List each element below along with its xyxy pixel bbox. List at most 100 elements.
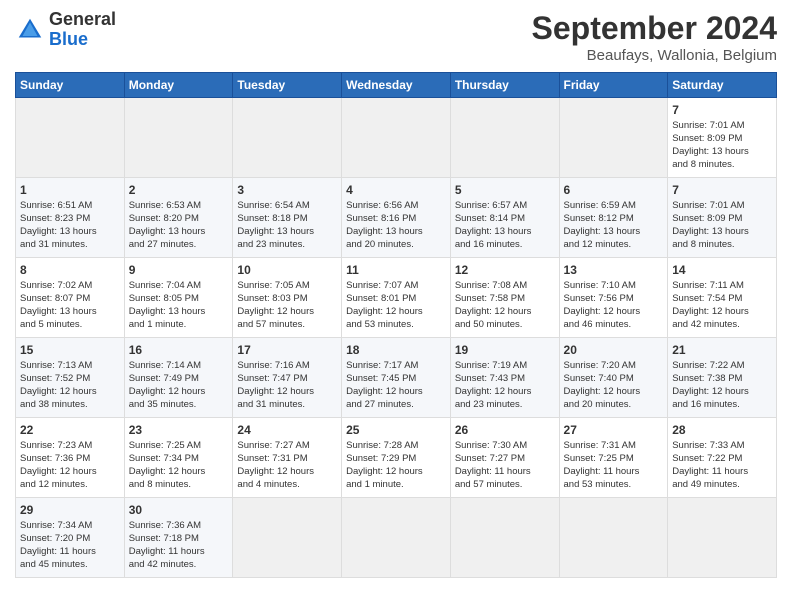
sunset: Sunset: 8:12 PM [564, 213, 634, 224]
cell-content: 17Sunrise: 7:16 AMSunset: 7:47 PMDayligh… [237, 342, 337, 411]
sunrise: Sunrise: 7:05 AM [237, 280, 309, 291]
sunrise: Sunrise: 6:51 AM [20, 200, 92, 211]
calendar-header-row: SundayMondayTuesdayWednesdayThursdayFrid… [16, 73, 777, 98]
sunset: Sunset: 7:27 PM [455, 453, 525, 464]
calendar-cell: 4Sunrise: 6:56 AMSunset: 8:16 PMDaylight… [342, 178, 451, 258]
sunrise: Sunrise: 7:17 AM [346, 360, 418, 371]
calendar-cell: 20Sunrise: 7:20 AMSunset: 7:40 PMDayligh… [559, 338, 668, 418]
day-number: 22 [20, 422, 120, 438]
header-day-friday: Friday [559, 73, 668, 98]
daylight: Daylight: 12 hoursand 31 minutes. [237, 386, 314, 410]
sunrise: Sunrise: 7:22 AM [672, 360, 744, 371]
logo-general: General [49, 9, 116, 29]
calendar-cell: 27Sunrise: 7:31 AMSunset: 7:25 PMDayligh… [559, 418, 668, 498]
sunrise: Sunrise: 7:20 AM [564, 360, 636, 371]
day-number: 16 [129, 342, 229, 358]
calendar-cell: 6Sunrise: 6:59 AMSunset: 8:12 PMDaylight… [559, 178, 668, 258]
calendar-cell: 14Sunrise: 7:11 AMSunset: 7:54 PMDayligh… [668, 258, 777, 338]
calendar-cell: 15Sunrise: 7:13 AMSunset: 7:52 PMDayligh… [16, 338, 125, 418]
calendar-cell [124, 98, 233, 178]
header-day-sunday: Sunday [16, 73, 125, 98]
sunrise: Sunrise: 7:04 AM [129, 280, 201, 291]
cell-content: 19Sunrise: 7:19 AMSunset: 7:43 PMDayligh… [455, 342, 555, 411]
cell-content: 3Sunrise: 6:54 AMSunset: 8:18 PMDaylight… [237, 182, 337, 251]
sunrise: Sunrise: 6:53 AM [129, 200, 201, 211]
day-number: 23 [129, 422, 229, 438]
sunset: Sunset: 7:25 PM [564, 453, 634, 464]
calendar-cell: 7Sunrise: 7:01 AMSunset: 8:09 PMDaylight… [668, 98, 777, 178]
cell-content: 2Sunrise: 6:53 AMSunset: 8:20 PMDaylight… [129, 182, 229, 251]
daylight: Daylight: 11 hoursand 49 minutes. [672, 466, 748, 490]
title-block: September 2024 Beaufays, Wallonia, Belgi… [532, 10, 777, 64]
daylight: Daylight: 13 hoursand 5 minutes. [20, 306, 97, 330]
sunrise: Sunrise: 7:02 AM [20, 280, 92, 291]
daylight: Daylight: 11 hoursand 42 minutes. [129, 546, 205, 570]
calendar-cell: 12Sunrise: 7:08 AMSunset: 7:58 PMDayligh… [450, 258, 559, 338]
sunrise: Sunrise: 6:59 AM [564, 200, 636, 211]
sunset: Sunset: 7:54 PM [672, 293, 742, 304]
calendar-week-row: 22Sunrise: 7:23 AMSunset: 7:36 PMDayligh… [16, 418, 777, 498]
sunrise: Sunrise: 7:01 AM [672, 120, 744, 131]
cell-content: 13Sunrise: 7:10 AMSunset: 7:56 PMDayligh… [564, 262, 664, 331]
daylight: Daylight: 12 hoursand 53 minutes. [346, 306, 423, 330]
location-subtitle: Beaufays, Wallonia, Belgium [532, 47, 777, 64]
day-number: 6 [564, 182, 664, 198]
cell-content: 8 Sunrise: 7:02 AM Sunset: 8:07 PM Daylight… [20, 262, 120, 331]
sunrise: Sunrise: 7:19 AM [455, 360, 527, 371]
daylight: Daylight: 12 hoursand 42 minutes. [672, 306, 749, 330]
cell-content: 11Sunrise: 7:07 AMSunset: 8:01 PMDayligh… [346, 262, 446, 331]
sunrise: Sunrise: 7:08 AM [455, 280, 527, 291]
sunset: Sunset: 7:40 PM [564, 373, 634, 384]
calendar-cell: 10Sunrise: 7:05 AMSunset: 8:03 PMDayligh… [233, 258, 342, 338]
sunset: Sunset: 7:49 PM [129, 373, 199, 384]
calendar-cell: 23Sunrise: 7:25 AMSunset: 7:34 PMDayligh… [124, 418, 233, 498]
daylight: Daylight: 12 hoursand 50 minutes. [455, 306, 532, 330]
day-number: 30 [129, 502, 229, 518]
sunrise: Sunrise: 7:28 AM [346, 440, 418, 451]
sunset: Sunset: 8:03 PM [237, 293, 307, 304]
header-day-wednesday: Wednesday [342, 73, 451, 98]
sunset: Sunset: 8:16 PM [346, 213, 416, 224]
day-number: 19 [455, 342, 555, 358]
cell-content: 29Sunrise: 7:34 AMSunset: 7:20 PMDayligh… [20, 502, 120, 571]
daylight: Daylight: 12 hoursand 1 minute. [346, 466, 423, 490]
logo-icon [15, 15, 45, 45]
sunrise: Sunrise: 7:34 AM [20, 520, 92, 531]
calendar-cell: 7Sunrise: 7:01 AMSunset: 8:09 PMDaylight… [668, 178, 777, 258]
daylight: Daylight: 12 hoursand 16 minutes. [672, 386, 749, 410]
day-number: 5 [455, 182, 555, 198]
cell-content: 10Sunrise: 7:05 AMSunset: 8:03 PMDayligh… [237, 262, 337, 331]
cell-content: 28Sunrise: 7:33 AMSunset: 7:22 PMDayligh… [672, 422, 772, 491]
day-number: 8 [20, 262, 120, 278]
calendar-cell: 13Sunrise: 7:10 AMSunset: 7:56 PMDayligh… [559, 258, 668, 338]
header-day-thursday: Thursday [450, 73, 559, 98]
day-number: 9 [129, 262, 229, 278]
calendar-cell: 25Sunrise: 7:28 AMSunset: 7:29 PMDayligh… [342, 418, 451, 498]
cell-content: 25Sunrise: 7:28 AMSunset: 7:29 PMDayligh… [346, 422, 446, 491]
cell-content: 16Sunrise: 7:14 AMSunset: 7:49 PMDayligh… [129, 342, 229, 411]
header-day-monday: Monday [124, 73, 233, 98]
sunset: Sunset: 8:23 PM [20, 213, 90, 224]
daylight: Daylight: 13 hoursand 16 minutes. [455, 226, 532, 250]
daylight: Daylight: 12 hoursand 46 minutes. [564, 306, 641, 330]
calendar-cell: 19Sunrise: 7:19 AMSunset: 7:43 PMDayligh… [450, 338, 559, 418]
day-number: 13 [564, 262, 664, 278]
calendar-cell: 21Sunrise: 7:22 AMSunset: 7:38 PMDayligh… [668, 338, 777, 418]
sunrise: Sunrise: 7:07 AM [346, 280, 418, 291]
day-number: 17 [237, 342, 337, 358]
calendar-cell: 8 Sunrise: 7:02 AM Sunset: 8:07 PM Daylight… [16, 258, 125, 338]
daylight: Daylight: 13 hoursand 8 minutes. [672, 146, 749, 170]
calendar-cell: 5Sunrise: 6:57 AMSunset: 8:14 PMDaylight… [450, 178, 559, 258]
month-title: September 2024 [532, 10, 777, 47]
sunset: Sunset: 7:22 PM [672, 453, 742, 464]
sunrise: Sunrise: 7:01 AM [672, 200, 744, 211]
daylight: Daylight: 13 hoursand 1 minute. [129, 306, 206, 330]
daylight: Daylight: 12 hoursand 27 minutes. [346, 386, 423, 410]
sunset: Sunset: 8:07 PM [20, 293, 90, 304]
calendar-cell: 28Sunrise: 7:33 AMSunset: 7:22 PMDayligh… [668, 418, 777, 498]
day-number: 28 [672, 422, 772, 438]
sunset: Sunset: 7:29 PM [346, 453, 416, 464]
sunset: Sunset: 8:09 PM [672, 133, 742, 144]
sunset: Sunset: 7:58 PM [455, 293, 525, 304]
day-number: 7 [672, 182, 772, 198]
